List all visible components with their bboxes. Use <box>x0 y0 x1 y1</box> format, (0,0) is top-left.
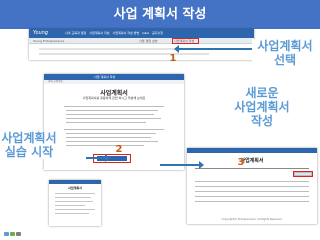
header-bar <box>187 148 317 153</box>
content-line <box>64 106 164 107</box>
content-line <box>66 114 154 115</box>
slide-title: 사업 계획서 작성 <box>0 0 320 29</box>
content-line <box>66 137 151 138</box>
menu-item[interactable]: 사업계획서 작성 방법 <box>113 29 140 38</box>
page-footer: Copyright(c) Entrepreneurs. All Rights R… <box>221 218 283 221</box>
content-line <box>66 145 144 146</box>
screenshot-nav: Young 나의 교육과 열정 사업계획서 작성 사업계획서 작성 방법 Q&A… <box>29 29 254 60</box>
footer-logo <box>4 230 26 238</box>
sub-nav-bar <box>44 80 184 84</box>
callout-start-practice: 사업계획서 실습 시작 <box>1 131 57 159</box>
menu-item[interactable]: 나의 교육과 열정 <box>65 29 86 38</box>
content-line <box>66 122 146 123</box>
arrow-to-step3 <box>160 161 204 169</box>
sub-nav-item[interactable]: 사업 경험 실습 <box>139 38 157 44</box>
content-line <box>55 213 89 214</box>
document-title: 사업계획서 <box>68 186 82 190</box>
main-menu: 나의 교육과 열정 사업계획서 작성 사업계획서 작성 방법 Q&A 공지사항 <box>65 29 163 38</box>
logo-block <box>10 232 15 236</box>
brand-logo[interactable]: Young <box>33 30 48 36</box>
table-row[interactable] <box>195 191 309 192</box>
table-row[interactable] <box>195 201 309 202</box>
step-number-3: 3 <box>237 157 245 168</box>
step-number-2: 2 <box>115 144 123 155</box>
table-header-line <box>195 181 309 182</box>
logo-block <box>16 232 21 236</box>
header-bar <box>49 180 101 184</box>
logo-block <box>4 232 9 236</box>
callout-select-plan: 사업계획서 선택 <box>252 39 318 67</box>
step-number-1: 1 <box>169 53 177 64</box>
screenshot-plan-small: 사업계획서 <box>49 180 101 226</box>
content-line <box>55 209 95 210</box>
sub-nav-label: 나의 교육과정 <box>48 80 63 83</box>
divider <box>195 168 309 169</box>
callout-new-plan: 새로운 사업계획서 작성 <box>222 86 302 128</box>
menu-item[interactable]: Q&A <box>142 29 149 38</box>
document-title: 사업계획서 <box>240 158 264 164</box>
arrow-to-step2 <box>86 154 110 162</box>
content-line <box>55 201 93 202</box>
content-line <box>39 53 209 55</box>
content-line <box>66 133 156 134</box>
breadcrumb: Young Entrepreneurs <box>33 39 65 43</box>
arrow-to-step1 <box>174 45 254 53</box>
selection-highlight <box>172 38 199 44</box>
content-line <box>55 197 91 198</box>
content-line <box>55 205 85 206</box>
table-row[interactable] <box>195 196 309 197</box>
content-line <box>66 110 158 111</box>
content-line <box>66 141 158 142</box>
menu-item[interactable]: 공지사항 <box>152 29 163 38</box>
screenshot-plan-list: 사업계획서 Copyright(c) Entrepreneurs. All Ri… <box>187 148 317 224</box>
menu-item[interactable]: 사업계획서 작성 <box>89 29 109 38</box>
content-line <box>64 129 164 130</box>
new-plan-highlight <box>293 171 313 177</box>
content-line <box>66 118 161 119</box>
content-line <box>55 193 95 194</box>
table-row[interactable] <box>195 186 309 187</box>
document-subtitle: 사업계획서를 유용하게 관련 하시고 작성해 보세요 <box>82 96 146 100</box>
